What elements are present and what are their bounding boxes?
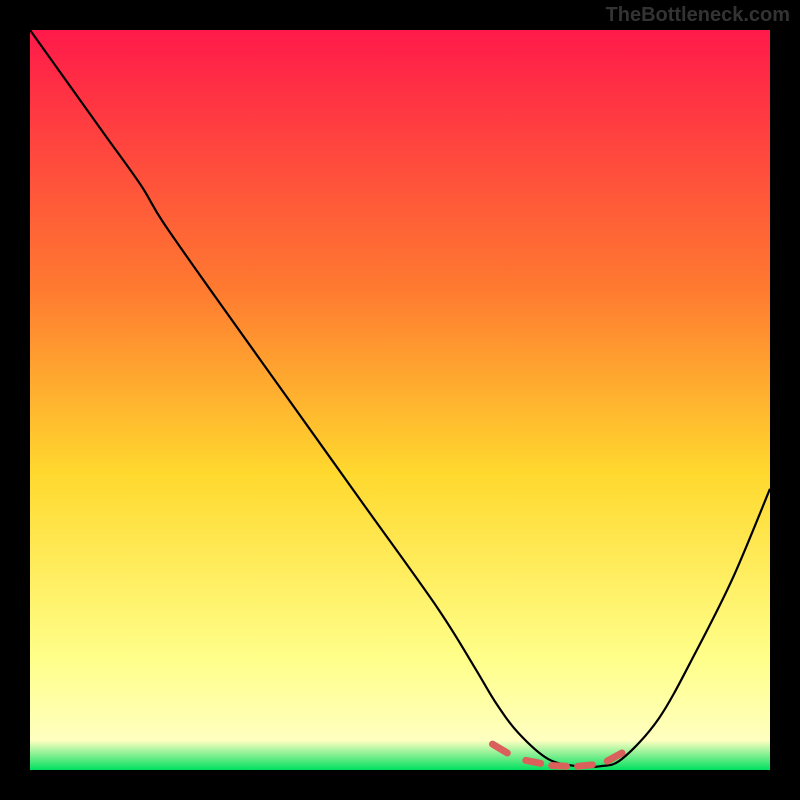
chart-container: TheBottleneck.com — [0, 0, 800, 800]
highlight-dash — [578, 765, 593, 766]
highlight-dash — [526, 760, 541, 763]
gradient-background — [30, 30, 770, 770]
watermark-text: TheBottleneck.com — [606, 4, 790, 27]
bottleneck-chart — [30, 30, 770, 770]
highlight-dash — [552, 766, 567, 767]
plot-area — [30, 30, 770, 770]
